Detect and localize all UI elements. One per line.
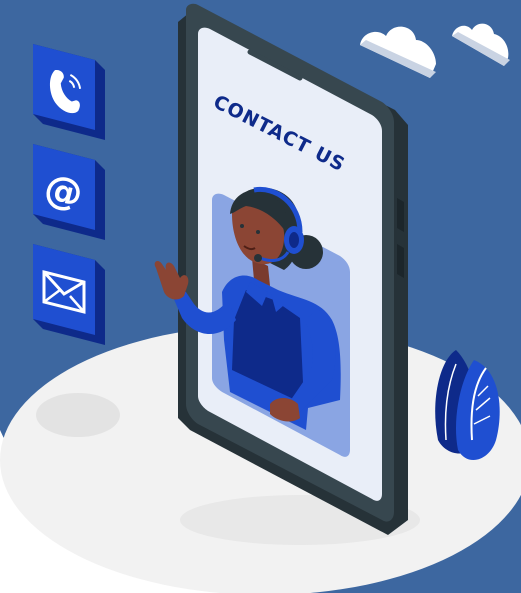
- contact-us-illustration: @ CONTACT US: [0, 0, 521, 593]
